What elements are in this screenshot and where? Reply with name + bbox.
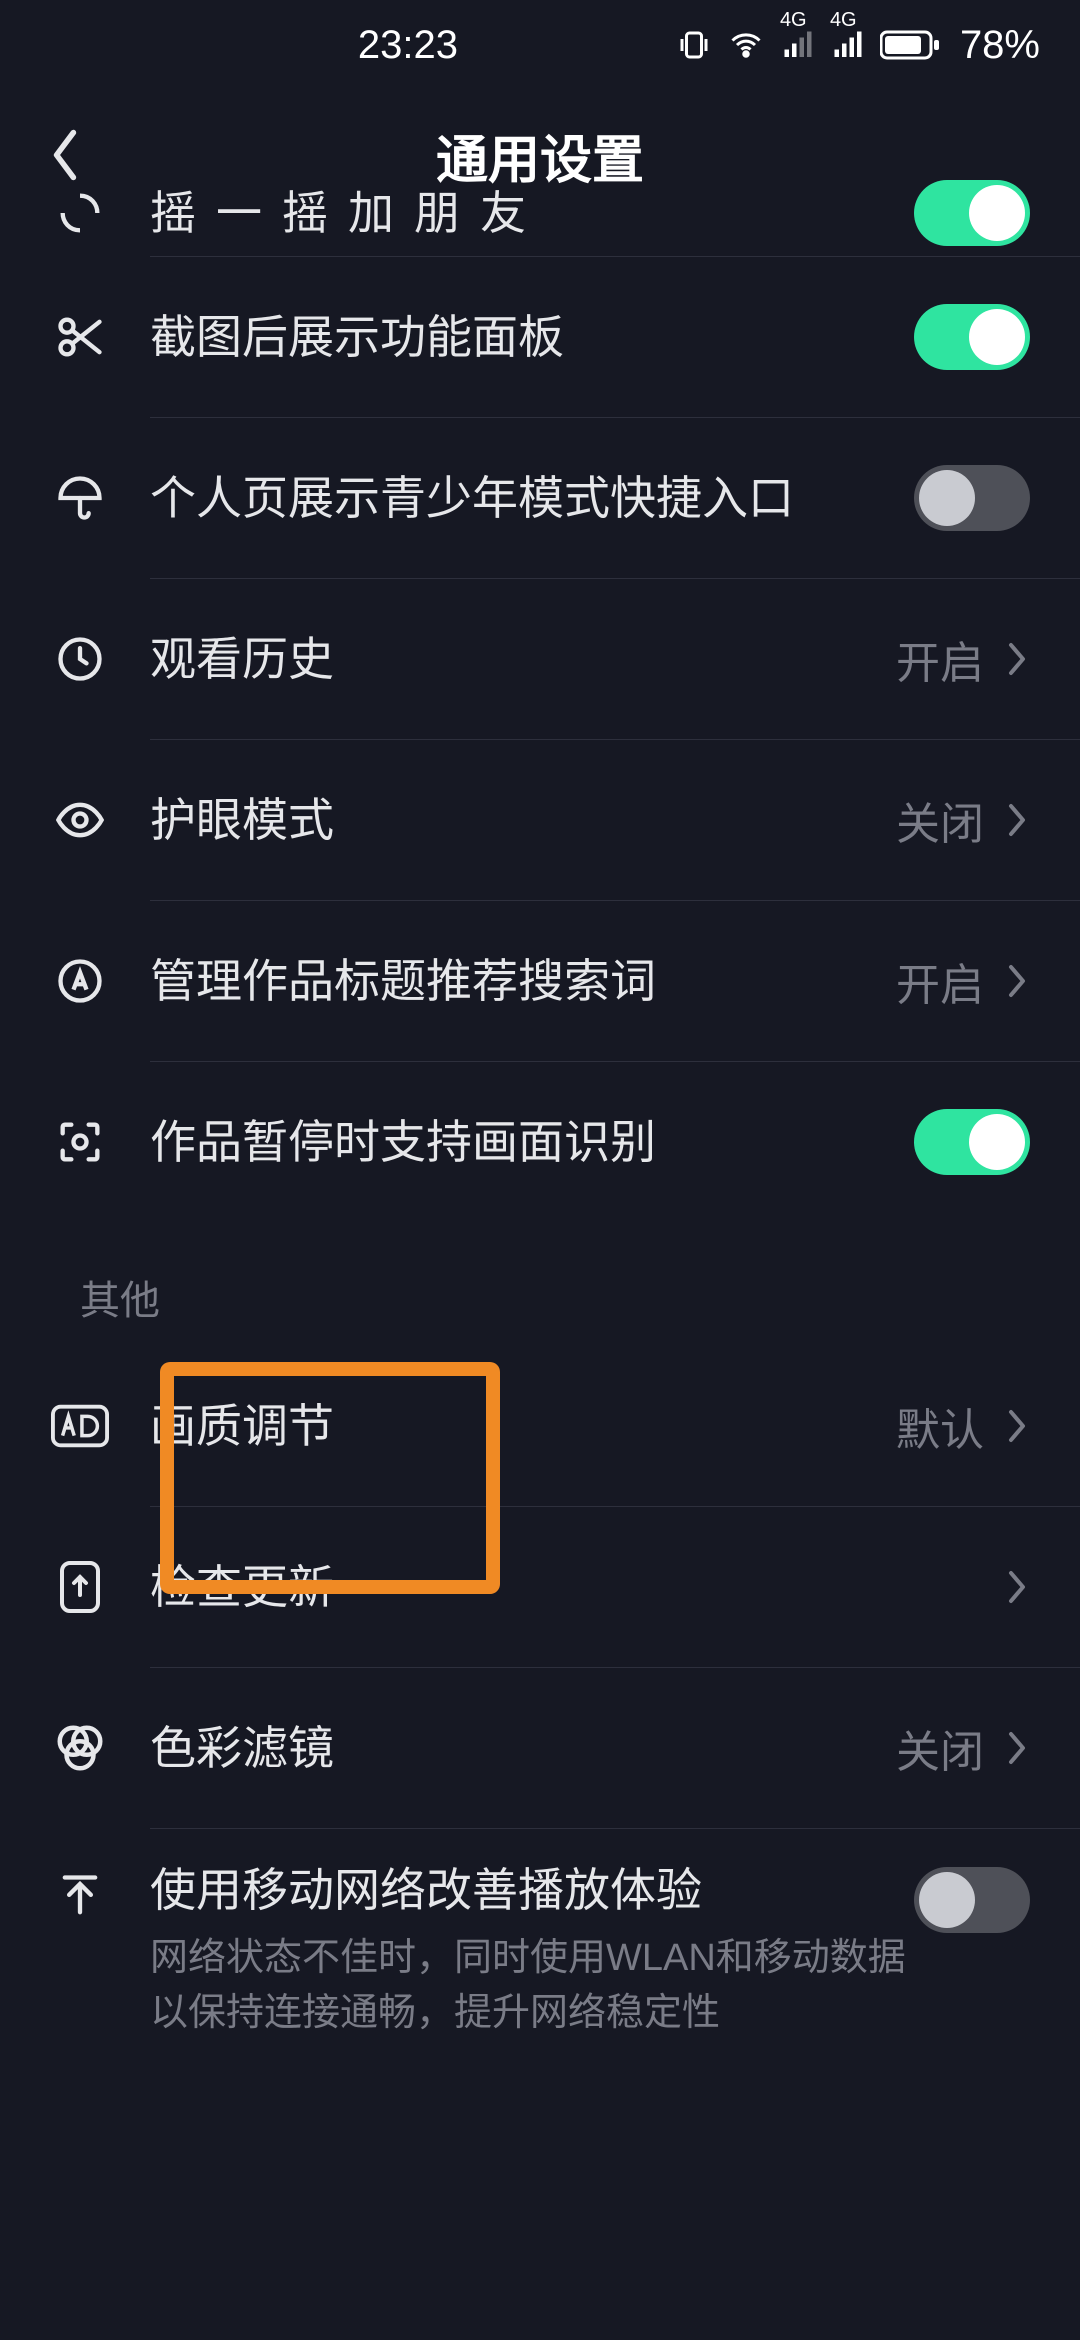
row-value: 默认 xyxy=(896,1394,984,1458)
row-title-search[interactable]: 管理作品标题推荐搜索词 开启 xyxy=(0,901,1080,1061)
color-circles-icon xyxy=(50,1721,110,1775)
row-mobile-network-improve[interactable]: 使用移动网络改善播放体验 网络状态不佳时，同时使用WLAN和移动数据以保持连接通… xyxy=(0,1829,1080,2081)
row-label: 摇一摇加朋友 xyxy=(150,182,914,244)
chevron-right-icon xyxy=(1004,1567,1030,1607)
a-circle-icon xyxy=(50,955,110,1007)
scissors-icon xyxy=(50,311,110,363)
battery-percent: 78% xyxy=(960,23,1040,68)
row-value: 关闭 xyxy=(896,1716,984,1780)
chevron-right-icon xyxy=(1004,961,1030,1001)
row-value: 关闭 xyxy=(896,788,984,852)
umbrella-icon xyxy=(50,472,110,524)
row-label: 检查更新 xyxy=(150,1556,1004,1618)
row-label: 观看历史 xyxy=(150,628,896,690)
row-label: 画质调节 xyxy=(150,1395,896,1457)
shake-icon xyxy=(50,187,110,239)
row-pause-detection[interactable]: 作品暂停时支持画面识别 xyxy=(0,1062,1080,1222)
settings-list: 摇一摇加朋友 截图后展示功能面板 个人页展示青少年模式快捷入口 观看历史 xyxy=(0,170,1080,2081)
eye-icon xyxy=(50,794,110,846)
row-label: 管理作品标题推荐搜索词 xyxy=(150,950,896,1012)
chevron-right-icon xyxy=(1004,1728,1030,1768)
row-label: 个人页展示青少年模式快捷入口 xyxy=(150,467,914,529)
chevron-right-icon xyxy=(1004,1406,1030,1446)
row-color-filter[interactable]: 色彩滤镜 关闭 xyxy=(0,1668,1080,1828)
vibrate-icon xyxy=(676,27,712,63)
row-value: 开启 xyxy=(896,627,984,691)
status-bar: 23:23 4G 4G 78% xyxy=(0,0,1080,90)
toggle-pause-detection[interactable] xyxy=(914,1109,1030,1175)
status-icons: 4G 4G 78% xyxy=(676,23,1040,68)
clock-icon xyxy=(50,633,110,685)
signal-1-icon: 4G xyxy=(780,27,816,63)
row-shake-add-friends[interactable]: 摇一摇加朋友 xyxy=(0,170,1080,256)
row-label: 作品暂停时支持画面识别 xyxy=(150,1111,914,1173)
status-time: 23:23 xyxy=(0,23,676,68)
row-value: 开启 xyxy=(896,949,984,1013)
row-label: 使用移动网络改善播放体验 xyxy=(150,1859,914,1921)
row-label: 护眼模式 xyxy=(150,789,896,851)
section-header-other: 其他 xyxy=(0,1222,1080,1346)
toggle-shake[interactable] xyxy=(914,180,1030,246)
row-history[interactable]: 观看历史 开启 xyxy=(0,579,1080,739)
chevron-right-icon xyxy=(1004,800,1030,840)
scan-icon xyxy=(50,1116,110,1168)
row-eye-protection[interactable]: 护眼模式 关闭 xyxy=(0,740,1080,900)
wifi-icon xyxy=(726,27,766,63)
update-icon xyxy=(50,1559,110,1615)
upload-icon xyxy=(50,1871,110,1923)
row-label: 截图后展示功能面板 xyxy=(150,306,914,368)
toggle-screenshot-panel[interactable] xyxy=(914,304,1030,370)
row-label: 色彩滤镜 xyxy=(150,1717,896,1779)
toggle-mobile-network[interactable] xyxy=(914,1867,1030,1933)
battery-icon xyxy=(880,29,940,61)
row-quality[interactable]: 画质调节 默认 xyxy=(0,1346,1080,1506)
signal-2-icon: 4G xyxy=(830,27,866,63)
row-youth-shortcut[interactable]: 个人页展示青少年模式快捷入口 xyxy=(0,418,1080,578)
row-subtext: 网络状态不佳时，同时使用WLAN和移动数据以保持连接通畅，提升网络稳定性 xyxy=(150,1931,914,2041)
toggle-youth-shortcut[interactable] xyxy=(914,465,1030,531)
chevron-right-icon xyxy=(1004,639,1030,679)
ad-icon xyxy=(50,1404,110,1448)
row-check-update[interactable]: 检查更新 xyxy=(0,1507,1080,1667)
row-screenshot-panel[interactable]: 截图后展示功能面板 xyxy=(0,257,1080,417)
